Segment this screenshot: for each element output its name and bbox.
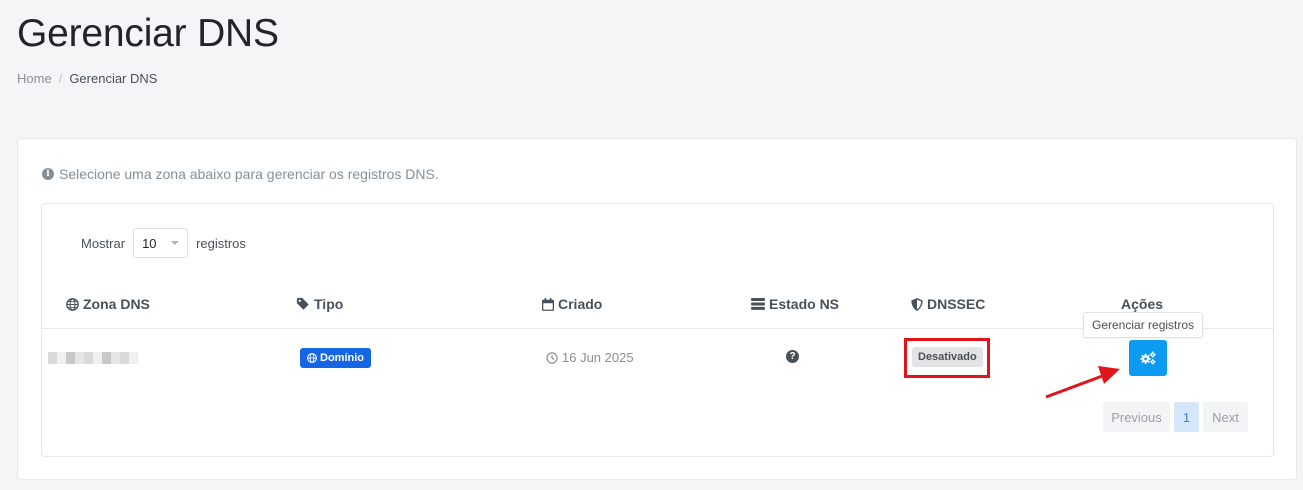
- pagination-previous[interactable]: Previous: [1103, 402, 1170, 432]
- tipo-badge: Domínio: [300, 348, 371, 368]
- header-acoes: Ações: [1121, 296, 1163, 312]
- length-suffix: registros: [196, 235, 246, 251]
- header-dnssec-label: DNSSEC: [927, 296, 986, 312]
- header-tipo[interactable]: Tipo: [296, 296, 343, 312]
- clock-icon: [546, 351, 558, 364]
- shield-icon: [911, 297, 923, 311]
- chevron-down-icon: [171, 241, 180, 245]
- header-criado-label: Criado: [558, 296, 603, 312]
- header-zona-dns[interactable]: Zona DNS: [66, 296, 150, 312]
- header-criado[interactable]: Criado: [542, 296, 602, 312]
- pagination: Previous 1 Next: [1103, 402, 1248, 432]
- breadcrumb-current: Gerenciar DNS: [69, 71, 158, 86]
- breadcrumb-home-link[interactable]: Home: [17, 71, 52, 86]
- tipo-badge-label: Domínio: [320, 352, 364, 364]
- info-text: Selecione uma zona abaixo para gerenciar…: [59, 166, 439, 182]
- header-zona-label: Zona DNS: [83, 296, 150, 312]
- length-select-value: 10: [142, 235, 157, 251]
- created-date-text: 16 Jun 2025: [562, 350, 634, 365]
- header-dnssec[interactable]: DNSSEC: [911, 296, 985, 312]
- header-tipo-label: Tipo: [314, 296, 344, 312]
- length-control: Mostrar 10 registros: [81, 228, 246, 258]
- cogs-icon: [1139, 351, 1157, 365]
- header-estado-ns-label: Estado NS: [769, 296, 840, 312]
- manage-records-button[interactable]: [1129, 340, 1167, 376]
- globe-icon: [66, 297, 79, 311]
- breadcrumb-separator: /: [58, 71, 63, 86]
- tooltip: Gerenciar registros: [1083, 312, 1204, 338]
- breadcrumb: Home / Gerenciar DNS: [17, 71, 157, 86]
- info-circle-icon: i: [42, 168, 54, 180]
- length-prefix: Mostrar: [81, 235, 126, 251]
- highlight-annotation-box: [904, 338, 990, 378]
- header-estado-ns[interactable]: Estado NS: [751, 296, 839, 312]
- page-title: Gerenciar DNS: [17, 12, 279, 55]
- pagination-page-1[interactable]: 1: [1174, 402, 1199, 432]
- length-select[interactable]: 10: [133, 228, 189, 258]
- header-acoes-label: Ações: [1121, 296, 1164, 312]
- globe-icon: [307, 353, 317, 363]
- info-message: i Selecione uma zona abaixo para gerenci…: [42, 166, 439, 182]
- server-icon: [751, 298, 765, 310]
- table-container: Mostrar 10 registros Zona DNS Tipo Criad: [41, 203, 1274, 457]
- question-circle-icon[interactable]: ?: [786, 350, 799, 363]
- zona-name-redacted[interactable]: [48, 352, 138, 364]
- created-date: 16 Jun 2025: [546, 350, 634, 365]
- dns-card: i Selecione uma zona abaixo para gerenci…: [17, 138, 1297, 480]
- calendar-icon: [542, 297, 554, 311]
- tag-icon: [296, 297, 310, 311]
- pagination-next[interactable]: Next: [1203, 402, 1248, 432]
